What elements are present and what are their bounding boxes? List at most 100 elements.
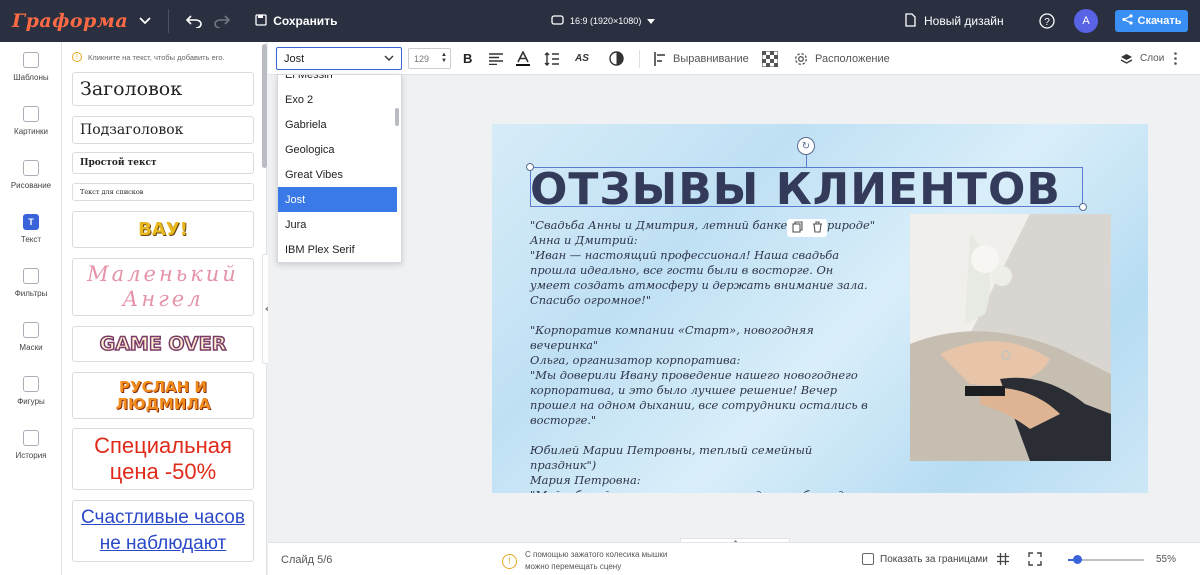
review-item: Юбилей Марии Петровны, теплый семейный п… bbox=[530, 443, 865, 493]
resize-handle[interactable] bbox=[1079, 203, 1087, 211]
divider bbox=[639, 50, 640, 68]
app-logo[interactable]: Граформа bbox=[12, 10, 128, 32]
text-color-icon[interactable] bbox=[516, 50, 530, 67]
fit-screen-icon[interactable] bbox=[1028, 552, 1042, 569]
nav-shapes[interactable]: Фигуры bbox=[0, 376, 62, 406]
preset-list-text[interactable]: Текст для списков bbox=[72, 183, 254, 201]
font-option[interactable]: IBM Plex Serif bbox=[278, 237, 398, 262]
canvas-size-select[interactable]: 16:9 (1920×1080) bbox=[551, 0, 656, 42]
preset-text: Маленький Ангел bbox=[87, 262, 239, 311]
line-height-icon[interactable] bbox=[544, 50, 560, 67]
help-icon[interactable]: ? bbox=[1039, 13, 1055, 29]
draw-icon bbox=[23, 160, 39, 176]
preset-little-angel[interactable]: Маленький Ангел bbox=[72, 258, 254, 316]
navigation-tip: ! С помощью зажатого колесика мышки можн… bbox=[502, 549, 667, 573]
bold-button[interactable]: B bbox=[463, 50, 472, 67]
font-option[interactable]: Exo 2 bbox=[278, 87, 398, 112]
font-option[interactable]: El Messiri bbox=[278, 75, 398, 87]
redo-icon[interactable] bbox=[211, 10, 233, 32]
screen-icon bbox=[551, 15, 564, 27]
dropdown-scrollbar[interactable] bbox=[395, 108, 399, 126]
arrange-label: Расположение bbox=[815, 52, 890, 65]
nav-text[interactable]: T Текст bbox=[0, 214, 62, 244]
font-size-input[interactable]: 129 ▲ ▼ bbox=[408, 48, 451, 69]
panel-scrollbar[interactable] bbox=[262, 44, 267, 168]
nav-images[interactable]: Картинки bbox=[0, 106, 62, 136]
history-icon bbox=[23, 430, 39, 446]
layers-label: Слои bbox=[1140, 53, 1165, 64]
tip-line: можно перемещать сцену bbox=[525, 562, 622, 571]
alignment-label: Выравнивание bbox=[673, 52, 749, 65]
nav-label: Картинки bbox=[14, 127, 48, 136]
nav-label: Текст bbox=[20, 235, 42, 244]
preset-text: Текст для списков bbox=[80, 188, 144, 196]
resize-handle[interactable] bbox=[526, 163, 534, 171]
preset-text: Счастливые часов не наблюдают bbox=[81, 507, 245, 554]
text-icon: T bbox=[23, 214, 39, 230]
show-outside-toggle[interactable]: Показать за границами bbox=[862, 553, 988, 565]
element-actions bbox=[787, 219, 827, 237]
font-family-select[interactable]: Jost bbox=[276, 47, 402, 70]
duplicate-icon[interactable] bbox=[791, 220, 803, 236]
more-icon[interactable] bbox=[1174, 50, 1177, 67]
reviews-text[interactable]: "Свадьба Анны и Дмитрия, летний банкет н… bbox=[530, 218, 875, 493]
font-option[interactable]: Geologica bbox=[278, 137, 398, 162]
zoom-slider-knob[interactable] bbox=[1072, 555, 1082, 564]
document-icon bbox=[905, 12, 916, 30]
avatar[interactable]: A bbox=[1074, 9, 1098, 33]
nav-label: Шаблоны bbox=[13, 73, 49, 82]
hands-with-rings-image bbox=[910, 214, 1111, 461]
zoom-slider[interactable] bbox=[1068, 555, 1144, 564]
preset-sale[interactable]: Специальная цена -50% bbox=[72, 428, 254, 490]
stepper-icon[interactable]: ▲ ▼ bbox=[441, 52, 447, 64]
font-option[interactable]: Gabriela bbox=[278, 112, 398, 137]
tip-text: С помощью зажатого колесика мышки можно … bbox=[525, 549, 667, 573]
grid-icon[interactable] bbox=[996, 552, 1010, 569]
text-effects-icon[interactable]: AS bbox=[575, 50, 589, 67]
new-design-label: Новый дизайн bbox=[924, 14, 1004, 28]
preset-subheading[interactable]: Подзаголовок bbox=[72, 116, 254, 144]
review-item: "Корпоратив компании «Старт», новогодняя… bbox=[530, 323, 868, 427]
nav-templates[interactable]: Шаблоны bbox=[0, 52, 62, 82]
font-option[interactable]: Jura bbox=[278, 212, 398, 237]
svg-text:?: ? bbox=[1044, 17, 1050, 28]
text-align-icon[interactable] bbox=[488, 50, 504, 67]
preset-heading[interactable]: Заголовок bbox=[72, 72, 254, 106]
preset-text: Подзаголовок bbox=[80, 122, 184, 138]
layers-button[interactable]: Слои bbox=[1120, 50, 1164, 67]
checkbox[interactable] bbox=[862, 553, 874, 565]
gear-icon bbox=[795, 52, 807, 65]
templates-icon bbox=[23, 52, 39, 68]
undo-icon[interactable] bbox=[183, 10, 205, 32]
arrange-button[interactable]: Расположение bbox=[794, 50, 890, 67]
preset-happy-hours[interactable]: Счастливые часов не наблюдают bbox=[72, 500, 254, 562]
opacity-icon[interactable] bbox=[609, 50, 624, 67]
nav-history[interactable]: История bbox=[0, 430, 62, 460]
transparency-grid-icon[interactable] bbox=[762, 50, 778, 67]
trash-icon[interactable] bbox=[812, 220, 823, 236]
new-design-button[interactable]: Новый дизайн bbox=[905, 0, 1004, 42]
font-option-selected[interactable]: Jost bbox=[278, 187, 397, 212]
masks-icon bbox=[23, 322, 39, 338]
rotate-handle-icon[interactable]: ↻ bbox=[797, 137, 815, 155]
save-label: Сохранить bbox=[273, 14, 338, 28]
wedding-photo[interactable] bbox=[910, 214, 1111, 461]
nav-label: Фильтры bbox=[14, 289, 48, 298]
filters-icon bbox=[23, 268, 39, 284]
nav-filters[interactable]: Фильтры bbox=[0, 268, 62, 298]
chevron-down-icon[interactable] bbox=[136, 12, 154, 30]
save-button[interactable]: Сохранить bbox=[255, 13, 338, 29]
alignment-button[interactable]: Выравнивание bbox=[654, 50, 749, 67]
font-option[interactable]: Great Vibes bbox=[278, 162, 398, 187]
download-button[interactable]: Скачать bbox=[1115, 10, 1188, 32]
preset-game-over[interactable]: GAME OVER bbox=[72, 326, 254, 362]
preset-ruslan[interactable]: РУСЛАН И ЛЮДМИЛА bbox=[72, 372, 254, 419]
nav-masks[interactable]: Маски bbox=[0, 322, 62, 352]
preset-wow[interactable]: ВАУ! bbox=[72, 211, 254, 248]
panel-hint: ! Кликните на текст, чтобы добавить его. bbox=[72, 52, 225, 62]
preset-text: Простой текст bbox=[80, 158, 157, 168]
nav-label: История bbox=[15, 451, 47, 460]
nav-draw[interactable]: Рисование bbox=[0, 160, 62, 190]
images-icon bbox=[23, 106, 39, 122]
preset-body-text[interactable]: Простой текст bbox=[72, 152, 254, 174]
